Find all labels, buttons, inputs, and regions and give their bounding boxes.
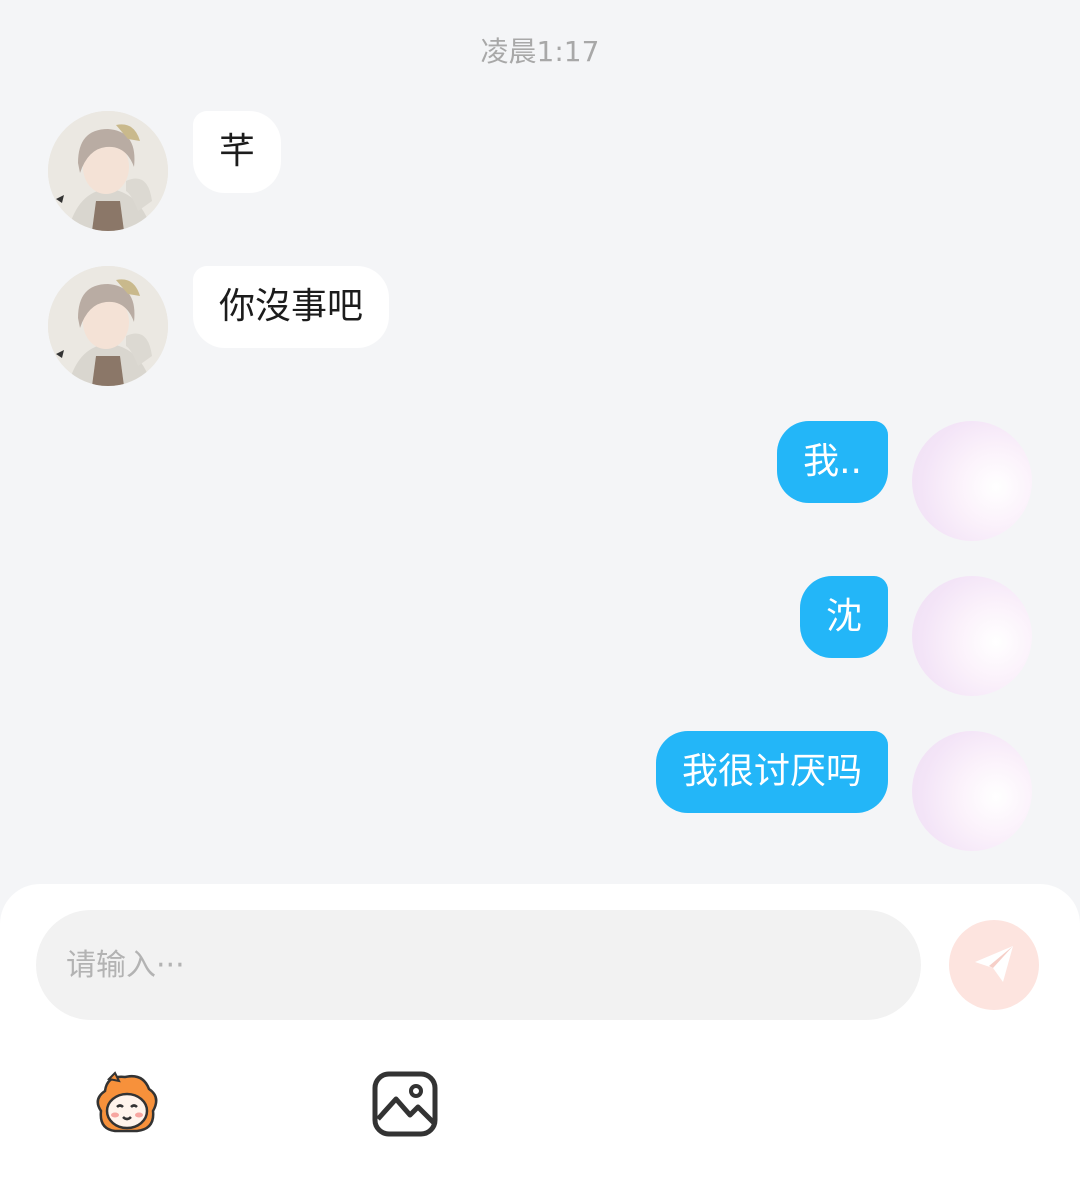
- sticker-icon: [91, 1071, 161, 1143]
- message-bubble-outgoing[interactable]: 我..: [777, 421, 888, 503]
- user-avatar[interactable]: [912, 421, 1032, 541]
- message-row-outgoing: 沈: [0, 576, 1080, 696]
- message-bubble-incoming[interactable]: 你沒事吧: [193, 266, 390, 348]
- message-bubble-incoming[interactable]: 芊: [193, 111, 282, 193]
- image-icon: [370, 1071, 440, 1143]
- user-avatar[interactable]: [912, 576, 1032, 696]
- send-button[interactable]: [949, 920, 1039, 1010]
- message-bubble-outgoing[interactable]: 沈: [799, 576, 888, 658]
- send-icon: [969, 938, 1019, 992]
- message-row-incoming: 芊: [0, 111, 1080, 231]
- message-composer: [0, 884, 1080, 1178]
- message-row-incoming: 你沒事吧: [0, 266, 1080, 386]
- contact-avatar[interactable]: [48, 111, 168, 231]
- message-bubble-outgoing[interactable]: 我很讨厌吗: [655, 731, 888, 813]
- contact-avatar[interactable]: [48, 266, 168, 386]
- sticker-button[interactable]: [91, 1069, 161, 1139]
- message-row-outgoing: 我..: [0, 421, 1080, 541]
- message-row-outgoing: 我很讨厌吗: [0, 731, 1080, 851]
- user-avatar[interactable]: [912, 731, 1032, 851]
- image-button[interactable]: [370, 1069, 440, 1139]
- message-input[interactable]: [36, 910, 921, 1020]
- chat-timestamp: 凌晨1:17: [480, 35, 600, 68]
